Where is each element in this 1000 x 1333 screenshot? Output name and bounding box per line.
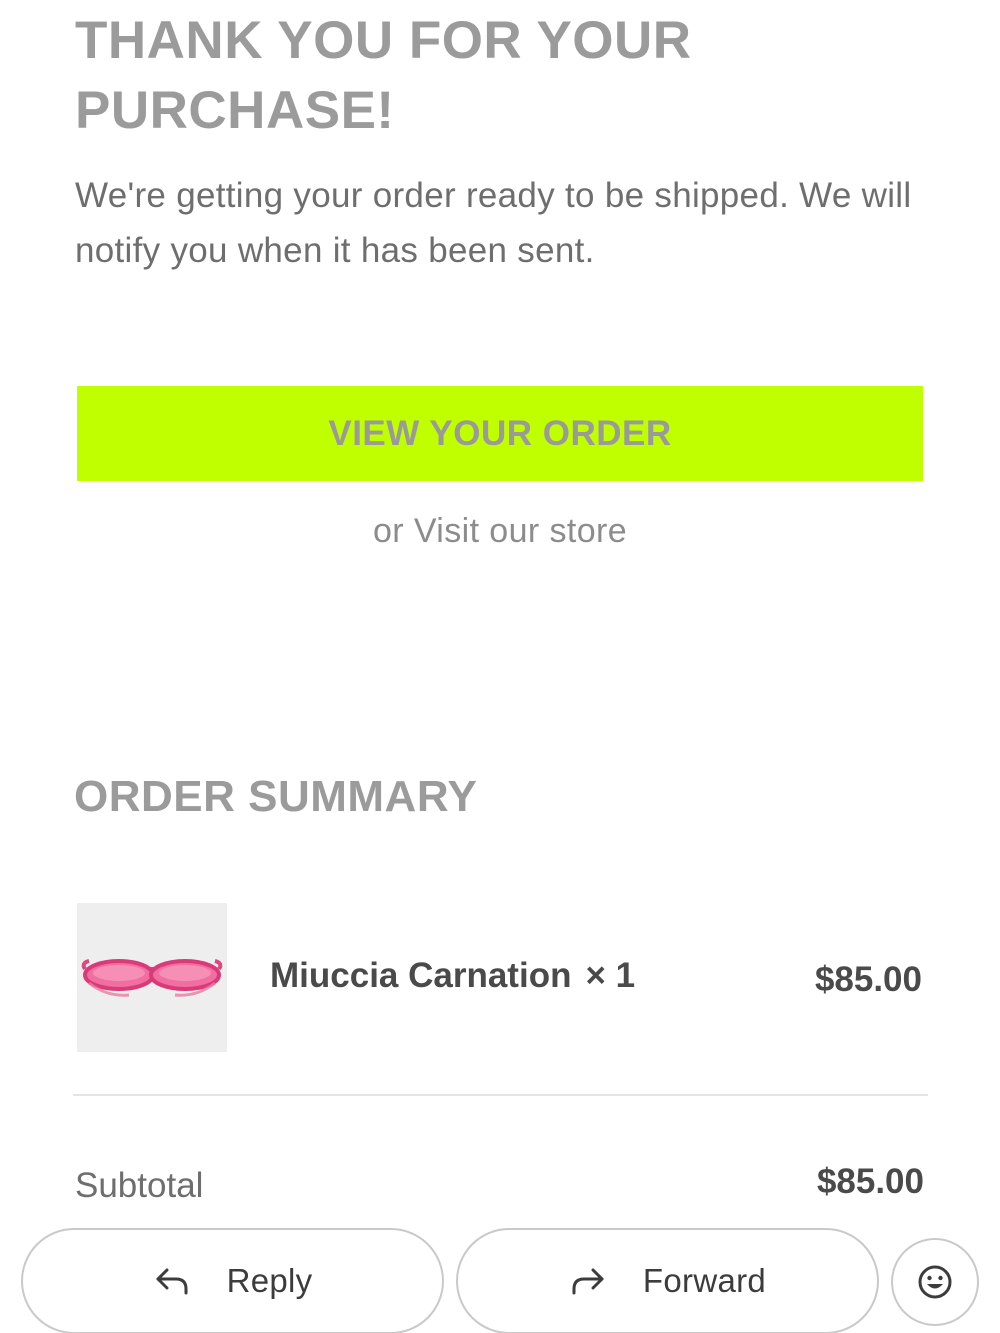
- email-body: THANK YOU FOR YOUR PURCHASE! We're getti…: [0, 0, 1000, 1333]
- smiley-face-icon: [918, 1265, 952, 1299]
- order-item-price: $85.00: [814, 960, 922, 999]
- reply-label: Reply: [226, 1262, 313, 1299]
- emoji-reaction-button[interactable]: [891, 1238, 979, 1326]
- pink-sunglasses-icon: [81, 959, 223, 997]
- view-order-button-label: VIEW YOUR ORDER: [328, 413, 672, 453]
- product-thumbnail: [77, 903, 227, 1052]
- shipping-message: We're getting your order ready to be shi…: [75, 176, 912, 270]
- forward-arrow-icon: [569, 1262, 607, 1300]
- subtotal-value: $85.00: [816, 1162, 924, 1201]
- thank-you-headline: THANK YOU FOR YOUR PURCHASE!: [75, 11, 692, 140]
- forward-label: Forward: [642, 1262, 767, 1299]
- order-summary-title: ORDER SUMMARY: [74, 772, 478, 821]
- visit-store-link[interactable]: or Visit our store: [0, 512, 1000, 551]
- order-item-name-row: Miuccia Carnation × 1: [270, 956, 635, 996]
- reply-button[interactable]: Reply: [21, 1228, 444, 1333]
- order-item-name: Miuccia Carnation: [270, 956, 572, 995]
- summary-divider: [73, 1094, 928, 1096]
- order-item-quantity: × 1: [585, 956, 636, 995]
- view-order-button[interactable]: VIEW YOUR ORDER: [77, 386, 923, 481]
- subtotal-label: Subtotal: [75, 1166, 204, 1205]
- forward-button[interactable]: Forward: [456, 1228, 879, 1333]
- reply-arrow-icon: [153, 1262, 191, 1300]
